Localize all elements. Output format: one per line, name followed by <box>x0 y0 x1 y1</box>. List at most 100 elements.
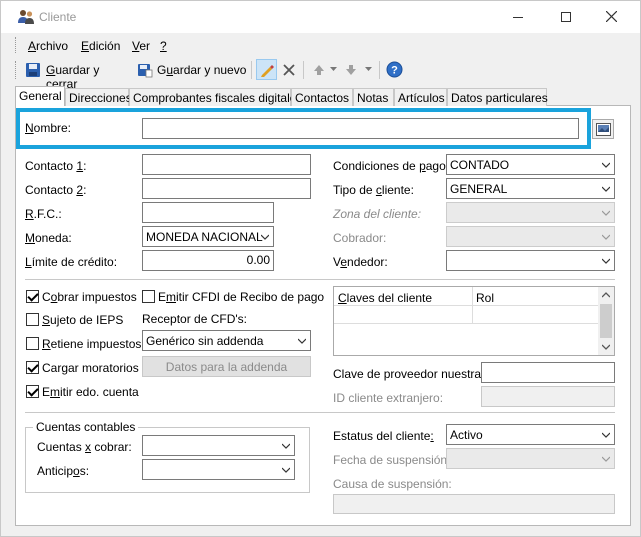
edit-button[interactable] <box>256 59 277 80</box>
toolbar-grip <box>15 61 17 79</box>
fecha-suspension-label: Fecha de suspensión: <box>333 453 451 467</box>
maximize-button[interactable] <box>561 12 571 22</box>
limite-input[interactable]: 0.00 <box>142 250 274 271</box>
emitir-cfdi-checkbox[interactable] <box>142 290 155 303</box>
moneda-select[interactable]: MONEDA NACIONAL <box>142 226 274 247</box>
scroll-thumb[interactable] <box>600 304 612 338</box>
section-divider-2 <box>25 412 615 413</box>
minimize-button[interactable] <box>513 17 523 18</box>
sujeto-ieps-label: Sujeto de IEPS <box>42 313 124 327</box>
tipo-select[interactable]: GENERAL <box>446 178 615 199</box>
contacto2-input[interactable] <box>142 178 311 199</box>
vendedor-select[interactable] <box>446 250 615 271</box>
menu-help[interactable]: ? <box>160 39 167 53</box>
tab-contactos[interactable]: Contactos <box>291 88 353 106</box>
rfc-input[interactable] <box>142 202 274 223</box>
tab-datos-particulares[interactable]: Datos particulares <box>447 88 548 106</box>
id-extranjero-input[interactable] <box>481 386 615 407</box>
receptor-select[interactable]: Genérico sin addenda <box>142 330 311 351</box>
estatus-select[interactable]: Activo <box>446 424 615 445</box>
menu-bar: Archivo Edición Ver ? <box>1 33 640 57</box>
cliente-window: Cliente Archivo Edición Ver ? Guardar y … <box>0 0 641 537</box>
sujeto-ieps-checkbox[interactable] <box>26 313 39 326</box>
chevron-down-icon <box>282 443 290 449</box>
fecha-suspension-select[interactable] <box>446 448 615 469</box>
anticipos-label: Anticipos: <box>37 464 90 478</box>
zona-select[interactable] <box>446 202 615 223</box>
chevron-down-icon <box>602 210 610 216</box>
pencil-icon <box>261 65 274 77</box>
claves-header-rol: Rol <box>476 291 495 305</box>
id-extranjero-label: ID cliente extranjero: <box>333 391 444 405</box>
emitir-edo-cuenta-checkbox[interactable] <box>26 385 39 398</box>
condiciones-select[interactable]: CONTADO <box>446 154 615 175</box>
tab-comprobantes[interactable]: Comprobantes fiscales digitales <box>129 88 302 106</box>
moneda-label: Moneda: <box>25 231 72 245</box>
condiciones-value: CONTADO <box>450 158 510 172</box>
tipo-value: GENERAL <box>450 182 508 196</box>
close-window-icon[interactable] <box>606 11 617 22</box>
causa-suspension-label: Causa de suspensión: <box>333 477 452 491</box>
claves-header-claves: Claves del cliente <box>338 291 433 305</box>
floppy-new-icon <box>138 64 153 78</box>
scroll-up-icon[interactable] <box>602 292 610 298</box>
tab-direcciones[interactable]: Direcciones <box>65 88 132 106</box>
arrow-up-dropdown-icon[interactable] <box>330 67 337 72</box>
emitir-edo-cuenta-label: Emitir edo. cuenta <box>42 385 139 399</box>
delete-icon[interactable] <box>282 63 296 77</box>
tab-articulos[interactable]: Artículos <box>394 88 447 106</box>
chevron-down-icon <box>602 162 610 168</box>
cobrar-impuestos-checkbox[interactable] <box>26 290 39 303</box>
anticipos-select[interactable] <box>142 459 295 480</box>
datos-addenda-button[interactable]: Datos para la addenda <box>142 356 311 377</box>
title-bar: Cliente <box>1 1 640 33</box>
menu-archivo[interactable]: Archivo <box>28 39 68 53</box>
cobrar-impuestos-label: Cobrar impuestos <box>42 290 137 304</box>
cargar-moratorios-label: Cargar moratorios <box>42 361 139 375</box>
cxc-select[interactable] <box>142 435 295 456</box>
cargar-moratorios-checkbox[interactable] <box>26 361 39 374</box>
retiene-impuestos-checkbox[interactable] <box>26 337 39 350</box>
arrow-down-dropdown-icon[interactable] <box>365 67 372 72</box>
claves-row-line <box>334 323 598 324</box>
cobrador-select[interactable] <box>446 226 615 247</box>
chevron-down-icon <box>602 456 610 462</box>
vendedor-label: Vendedor: <box>333 255 388 269</box>
estatus-label: Estatus del cliente: <box>333 429 434 443</box>
clave-proveedor-label: Clave de proveedor nuestra: <box>333 367 485 381</box>
chevron-down-icon <box>298 338 306 344</box>
receptor-value: Genérico sin addenda <box>146 334 264 348</box>
cuentas-contables-title: Cuentas contables <box>33 420 139 434</box>
arrow-up-icon[interactable] <box>312 63 326 77</box>
claves-scrollbar[interactable] <box>598 287 614 355</box>
limite-label: Límite de crédito: <box>25 255 118 269</box>
save-new-button[interactable]: Guardar y nuevo <box>137 60 247 80</box>
menu-edicion[interactable]: Edición <box>81 39 120 53</box>
estatus-value: Activo <box>450 428 483 442</box>
svg-text:?: ? <box>391 65 398 77</box>
causa-suspension-input[interactable] <box>333 494 615 514</box>
nombre-highlight-box <box>16 108 591 149</box>
chevron-down-icon <box>602 186 610 192</box>
save-new-label: Guardar y nuevo <box>157 63 247 77</box>
tipo-label: Tipo de cliente: <box>333 183 414 197</box>
scroll-down-icon[interactable] <box>602 344 610 350</box>
arrow-down-icon[interactable] <box>344 63 358 77</box>
tab-general[interactable]: General <box>15 86 65 106</box>
contacto1-label: Contacto 1: <box>25 159 87 173</box>
tab-notas[interactable]: Notas <box>353 88 394 106</box>
save-close-button[interactable]: Guardar y cerrar <box>25 60 133 91</box>
cxc-label: Cuentas x cobrar: <box>37 440 132 454</box>
zona-label: Zona del cliente: <box>333 207 422 221</box>
help-icon[interactable]: ? <box>386 61 403 78</box>
contacto1-input[interactable] <box>142 154 311 175</box>
claves-table[interactable]: Claves del cliente Rol <box>333 286 615 356</box>
clave-proveedor-input[interactable] <box>481 362 615 383</box>
floppy-icon <box>26 63 40 77</box>
chevron-down-icon <box>602 234 610 240</box>
menu-ver[interactable]: Ver <box>132 39 150 53</box>
nombre-card-button[interactable] <box>592 119 614 139</box>
toolbar-separator-3 <box>379 61 380 79</box>
id-card-icon <box>596 123 611 136</box>
toolbar-separator-2 <box>303 61 304 79</box>
